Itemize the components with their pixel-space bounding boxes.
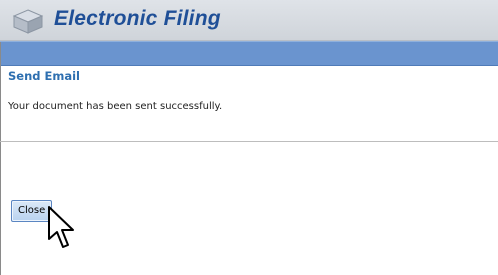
app-title: Electronic Filing (54, 7, 221, 30)
status-message: Your document has been sent successfully… (8, 101, 223, 112)
header-bar (0, 41, 498, 66)
arrow-pointer-icon (48, 206, 74, 248)
cube-logo-icon (12, 9, 44, 34)
left-border (0, 42, 1, 275)
section-title: Send Email (8, 69, 80, 83)
divider (0, 141, 498, 142)
send-email-window: Electronic Filing Send Email Your docume… (0, 0, 498, 275)
app-header: Electronic Filing (0, 0, 498, 41)
